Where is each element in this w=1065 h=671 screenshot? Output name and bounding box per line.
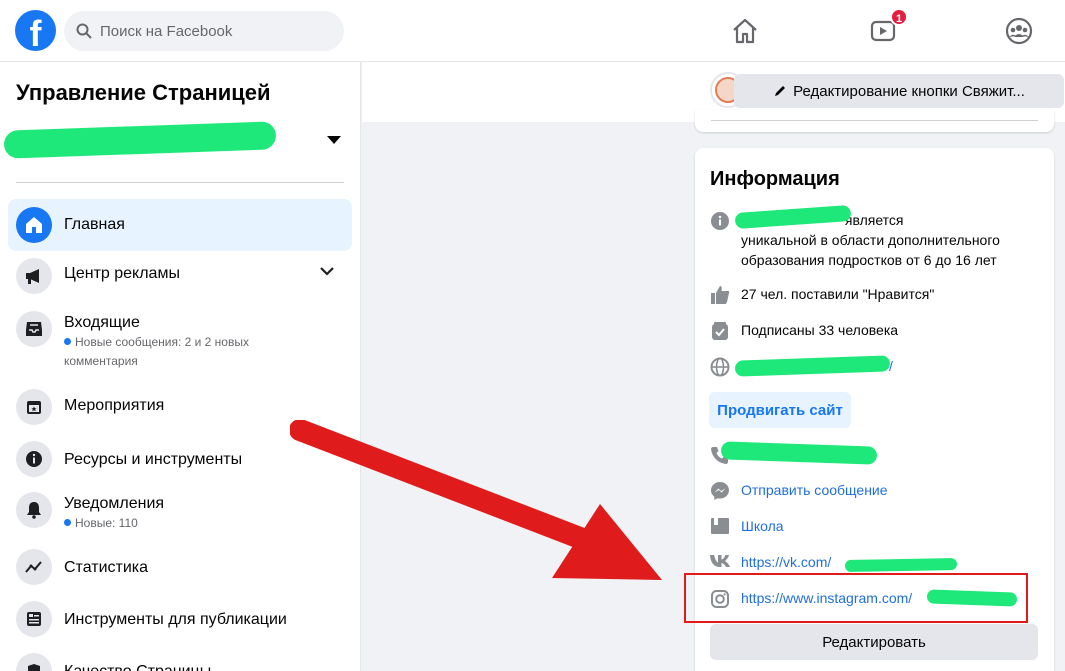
home-icon [733,18,757,44]
previous-card-bottom [695,110,1054,132]
publish-tools-icon [16,601,52,637]
edit-contact-button[interactable]: Редактирование кнопки Свяжит... [734,74,1064,108]
shield-icon [16,653,52,671]
info-icon [709,211,731,233]
message-row[interactable]: Отправить сообщение [709,480,1039,503]
description-prefix: является [844,212,904,228]
thumbs-up-icon [709,285,731,307]
annotation-highlight-box [684,573,1028,623]
redacted-page-name [3,121,277,159]
caret-down-icon[interactable] [327,136,341,144]
home-nav-button[interactable] [728,14,762,48]
sidebar-title: Управление Страницей [16,80,271,105]
search-bar[interactable] [64,11,344,51]
stats-icon [16,549,52,585]
follow-check-icon [709,321,731,343]
redaction-mark [844,558,958,572]
unread-dot [64,519,71,526]
unread-dot [64,338,71,345]
sidebar-item-ads-center[interactable]: Центр рекламы [8,251,352,301]
sidebar-item-label: Мероприятия [64,397,165,414]
sidebar-item-inbox[interactable]: Входящие Новые сообщения: 2 и 2 новых ко… [8,305,352,377]
annotation-arrow [290,420,662,580]
likes-count: 27 чел. поставили "Нравится" [741,286,935,302]
watch-badge: 1 [890,8,908,26]
page-selector[interactable] [0,121,361,168]
sidebar-item-sub: Новые сообщения: 2 и 2 новых комментария [64,333,294,371]
groups-nav-button[interactable] [1002,14,1036,48]
bell-icon [16,492,52,528]
edit-info-button[interactable]: Редактировать [710,624,1038,660]
sidebar-item-publishing-tools[interactable]: Инструменты для публикации [8,596,352,646]
info-icon [16,441,52,477]
promote-website-button[interactable]: Продвигать сайт [709,392,851,428]
facebook-logo[interactable]: f [15,10,56,51]
sidebar-item-label: Центр рекламы [64,265,180,282]
search-input[interactable] [100,22,320,40]
sidebar-item-label: Входящие [64,314,140,331]
sidebar-item-home[interactable]: Главная [8,199,352,251]
followers-count: Подписаны 33 человека [741,322,899,338]
watch-nav-button[interactable]: 1 [866,8,908,48]
search-icon [76,23,92,39]
messenger-icon [709,481,731,503]
sidebar-item-sub-text: Новые: 110 [75,516,138,530]
facebook-logo-letter: f [29,13,42,51]
top-navigation-bar: f 1 [0,0,1065,62]
category-row[interactable]: Школа [709,516,1039,539]
sidebar-item-sub: Новые: 110 [64,514,294,533]
likes-row: 27 чел. поставили "Нравится" [709,284,1039,307]
sidebar-item-label: Ресурсы и инструменты [64,451,243,468]
chevron-down-icon[interactable] [320,267,334,276]
followers-row: Подписаны 33 человека [709,320,1039,343]
edit-contact-button-label: Редактирование кнопки Свяжит... [793,82,1025,100]
send-message-link[interactable]: Отправить сообщение [741,480,888,503]
pencil-icon [775,86,786,96]
info-title: Информация [710,168,840,190]
sidebar-item-sub-text: Новые сообщения: 2 и 2 новых комментария [64,335,249,368]
sidebar-item-label: Статистика [64,559,149,576]
inbox-icon [16,311,52,347]
sidebar-item-label: Уведомления [64,495,165,512]
sidebar-item-label: Инструменты для публикации [64,611,287,628]
sidebar-divider [16,182,344,183]
megaphone-icon [16,258,52,294]
vk-icon [709,553,731,575]
calendar-icon [16,389,52,425]
category-tag-icon [709,517,731,539]
home-icon [16,207,52,243]
globe-icon [709,357,731,379]
sidebar-item-page-quality[interactable]: Качество Страницы [8,648,352,671]
sidebar-item-label: Качество Страницы [64,663,211,671]
vk-link[interactable]: https://vk.com/ [741,552,831,575]
category-link[interactable]: Школа [741,516,784,539]
sidebar-item-label: Главная [64,216,125,233]
card-divider [711,120,1038,121]
description-text: уникальной в области дополнительного обр… [741,232,1000,268]
groups-icon [1005,17,1033,45]
